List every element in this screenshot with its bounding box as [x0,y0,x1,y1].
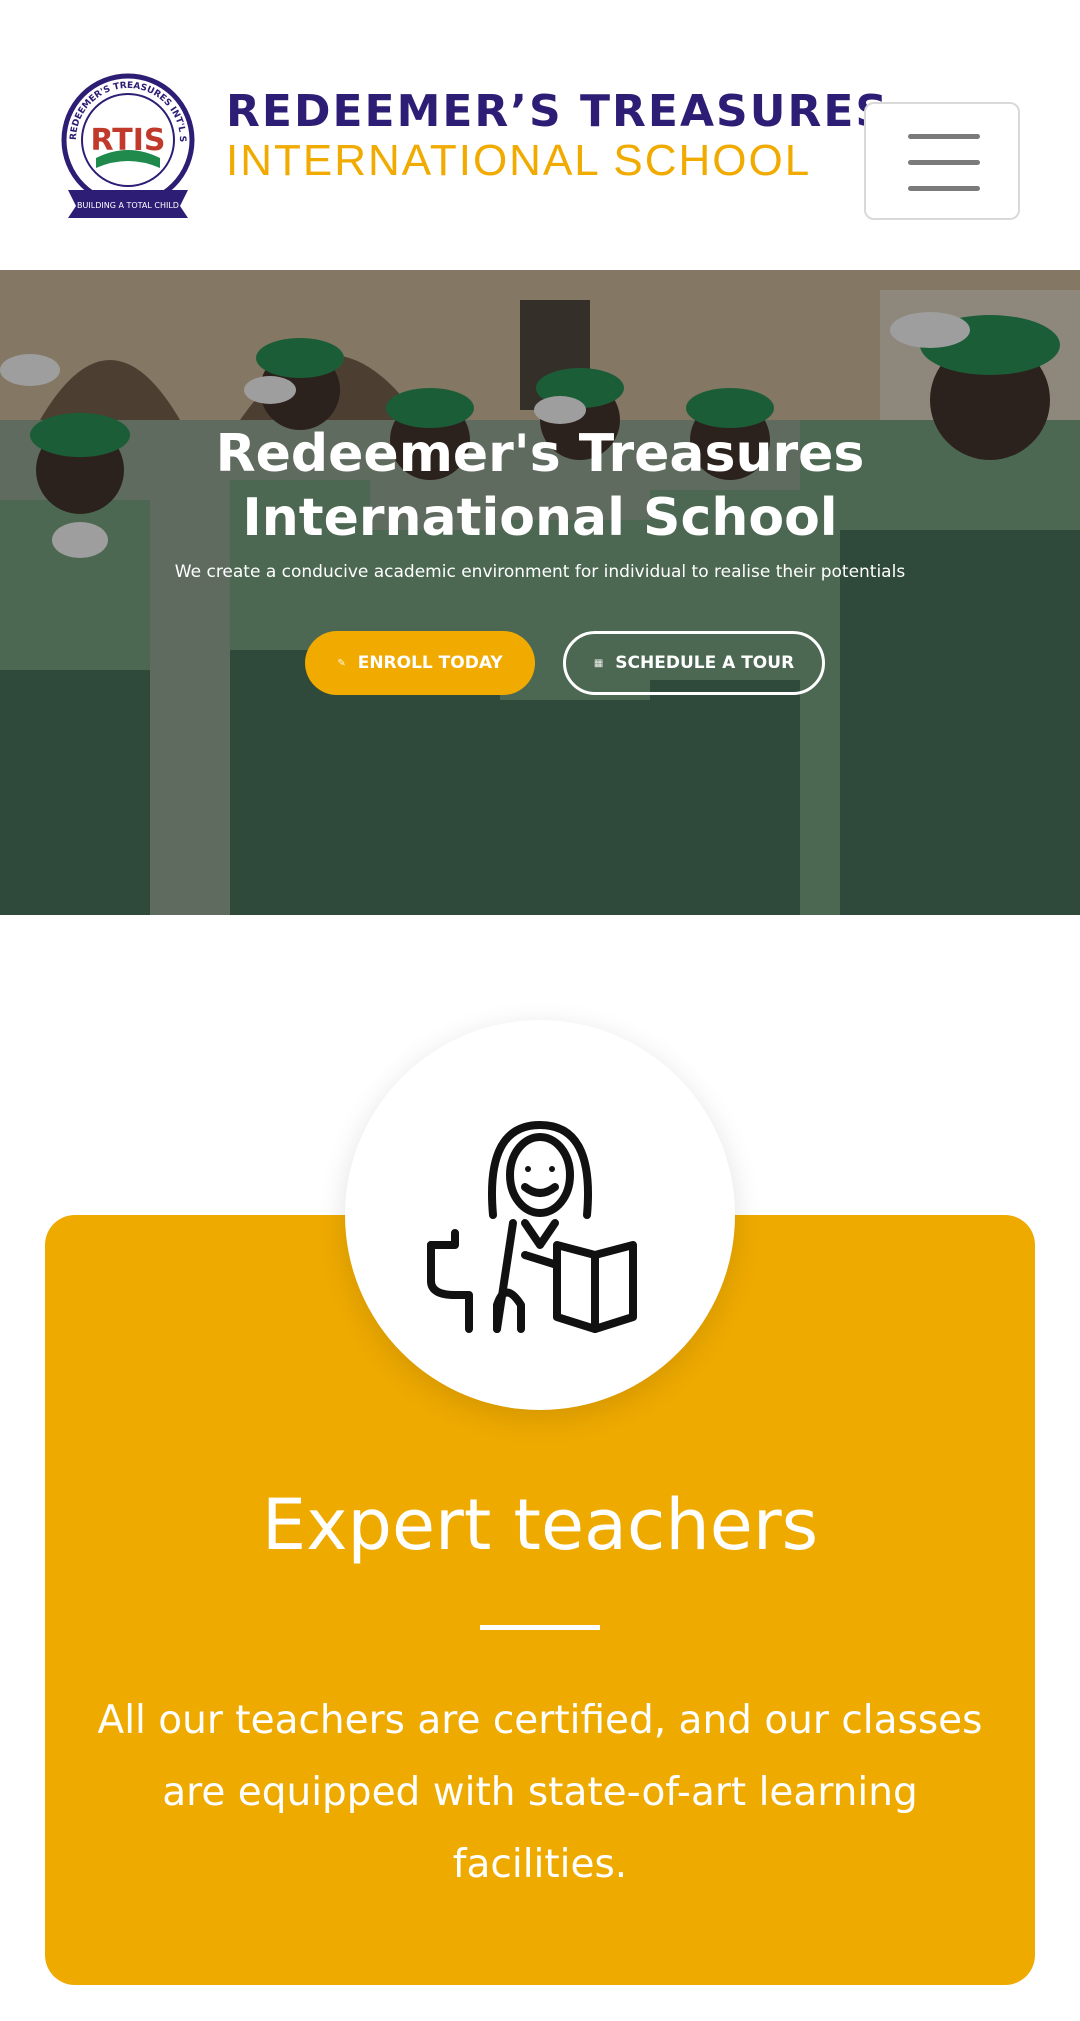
brand-line-1: REDEEMER’S TREASURES [226,86,890,137]
calendar-icon: ▦ [593,657,604,669]
hero-overlay [0,270,1080,915]
hero-subtitle: We create a conducive academic environme… [174,562,906,582]
schedule-tour-button[interactable]: ▦ SCHEDULE A TOUR [563,631,825,695]
divider [480,1625,600,1630]
svg-text:RTIS: RTIS [91,123,166,158]
feature-description: All our teachers are certified, and our … [97,1698,983,1887]
schedule-tour-label: SCHEDULE A TOUR [615,653,795,673]
brand-name[interactable]: REDEEMER’S TREASURES INTERNATIONAL SCHOO… [226,86,890,186]
school-logo[interactable]: REDEEMER'S TREASURES INT'L SCHOOLS RTIS … [54,65,198,222]
feature-icon-circle [345,1020,735,1410]
pencil-icon: ✎ [337,657,346,669]
menu-toggle-button[interactable] [864,102,1020,220]
hero-title: Redeemer's Treasures International Schoo… [215,424,865,548]
teacher-with-book-icon [427,1121,637,1333]
brand-line-2: INTERNATIONAL SCHOOL [226,136,812,185]
site-header: REDEEMER'S TREASURES INT'L SCHOOLS RTIS … [0,0,1080,270]
enroll-today-button[interactable]: ✎ ENROLL TODAY [305,631,535,695]
feature-title: Expert teachers [261,1484,819,1566]
svg-text:BUILDING A TOTAL CHILD: BUILDING A TOTAL CHILD [77,201,179,210]
enroll-today-label: ENROLL TODAY [357,653,503,673]
hero-banner: Redeemer's Treasures International Schoo… [0,270,1080,915]
